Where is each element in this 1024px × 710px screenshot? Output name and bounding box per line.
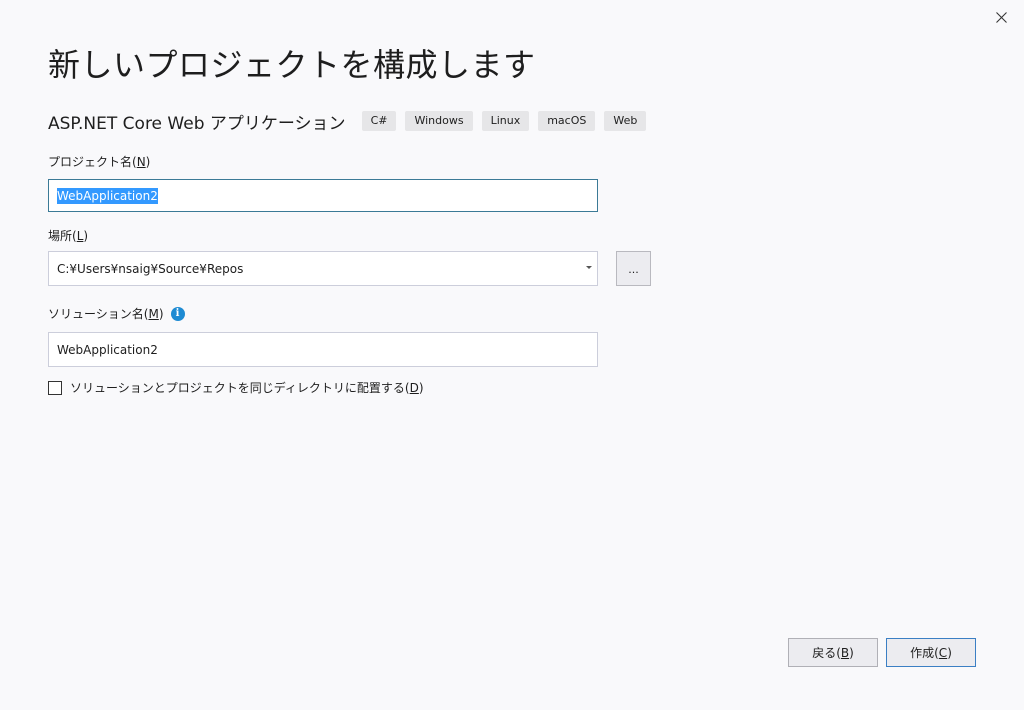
solution-name-value: WebApplication2 [57, 342, 158, 357]
close-icon [995, 11, 1007, 23]
template-info: ASP.NET Core Web アプリケーション C# Windows Lin… [48, 109, 655, 134]
back-button[interactable]: 戻る(B) [788, 638, 878, 667]
same-directory-label: ソリューションとプロジェクトを同じディレクトリに配置する(D) [70, 381, 424, 395]
same-directory-checkbox[interactable] [48, 380, 62, 395]
close-button[interactable] [990, 6, 1012, 28]
page-title: 新しいプロジェクトを構成します [48, 46, 536, 84]
location-combobox[interactable]: C:¥Users¥nsaig¥Source¥Repos [48, 251, 598, 286]
tag-csharp: C# [361, 111, 397, 131]
tag-windows: Windows [405, 111, 473, 131]
location-label: 場所(L) [48, 228, 89, 244]
browse-button-label: ... [628, 263, 639, 276]
chevron-down-icon[interactable] [586, 266, 592, 269]
location-value: C:¥Users¥nsaig¥Source¥Repos [57, 261, 244, 276]
tag-linux: Linux [481, 111, 530, 131]
tag-macos: macOS [538, 111, 596, 131]
same-directory-option[interactable]: ソリューションとプロジェクトを同じディレクトリに配置する(D) [48, 379, 424, 396]
project-name-label: プロジェクト名(N) [48, 154, 151, 170]
template-name: ASP.NET Core Web アプリケーション [48, 113, 346, 134]
tag-web: Web [604, 111, 647, 131]
solution-name-label: ソリューション名(M) i [48, 305, 185, 322]
project-name-value: WebApplication2 [57, 187, 158, 204]
solution-name-input[interactable]: WebApplication2 [48, 332, 598, 367]
project-name-input[interactable]: WebApplication2 [48, 179, 598, 212]
info-icon[interactable]: i [170, 306, 185, 321]
create-button[interactable]: 作成(C) [886, 638, 976, 667]
browse-button[interactable]: ... [616, 251, 651, 286]
